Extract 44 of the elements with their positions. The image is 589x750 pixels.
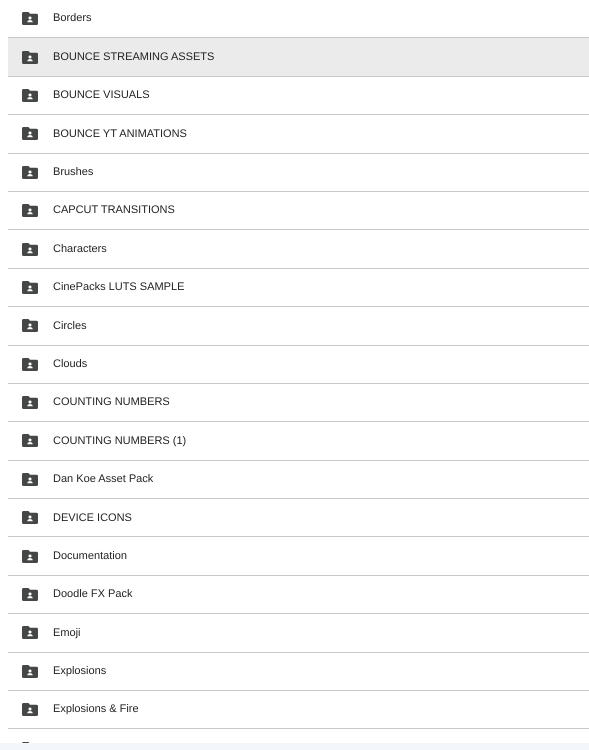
shared-folder-icon [22, 472, 38, 486]
shared-folder-icon [22, 166, 38, 179]
folder-name: Dan Koe Asset Pack [53, 472, 154, 488]
shared-folder-icon [22, 588, 38, 602]
folder-name: Characters [53, 242, 107, 257]
shared-folder-icon [22, 280, 38, 294]
folder-name: COUNTING NUMBERS (1) [53, 434, 186, 449]
shared-folder-icon [22, 12, 38, 26]
shared-folder-icon [22, 511, 38, 524]
shared-folder-icon [22, 88, 38, 102]
folder-row[interactable]: Explosions [8, 652, 589, 692]
folder-row[interactable]: Clouds [8, 346, 589, 384]
folder-name: Brushes [53, 165, 94, 180]
shared-folder-icon [22, 703, 38, 716]
folder-name: DEVICE ICONS [53, 510, 132, 526]
folder-name: Borders [53, 11, 92, 26]
shared-folder-icon [22, 242, 38, 256]
shared-folder-icon [22, 434, 38, 448]
folder-name: Explosions & Fire [53, 702, 139, 718]
folder-name: COUNTING NUMBERS [53, 395, 170, 410]
folder-name: Circles [53, 318, 87, 334]
folder-name: Explosions [53, 664, 106, 680]
folder-row[interactable]: Dan Koe Asset Pack [8, 460, 589, 500]
shared-folder-icon [22, 204, 38, 218]
folder-name: BOUNCE STREAMING ASSETS [53, 50, 214, 65]
folder-name: Clouds [53, 356, 88, 372]
folder-name: CinePacks LUTS SAMPLE [53, 280, 184, 296]
shared-folder-icon [22, 358, 38, 371]
folder-name: CAPCUT TRANSITIONS [53, 203, 175, 218]
folder-name: Emoji [53, 626, 81, 641]
shared-folder-icon [22, 50, 38, 64]
folder-row[interactable]: Brushes [8, 154, 589, 192]
shared-folder-icon [22, 396, 38, 410]
folder-row[interactable]: CinePacks LUTS SAMPLE [8, 268, 589, 308]
shared-folder-icon [22, 550, 38, 563]
folder-name: Documentation [53, 548, 127, 564]
folder-name: BOUNCE YT ANIMATIONS [53, 126, 187, 142]
shared-folder-icon [22, 626, 38, 640]
shared-folder-icon [22, 127, 38, 140]
folder-name: Doodle FX Pack [53, 587, 132, 602]
shared-folder-icon [22, 664, 38, 678]
shared-folder-icon [22, 319, 38, 332]
folder-name: BOUNCE VISUALS [53, 88, 150, 104]
folder-row[interactable]: BOUNCE STREAMING ASSETS [8, 38, 589, 77]
